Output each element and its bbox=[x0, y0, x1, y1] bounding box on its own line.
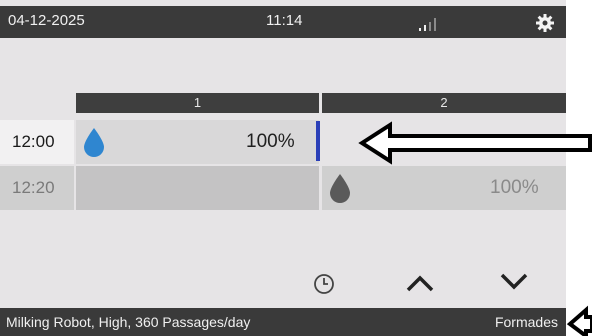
annotation-arrow-icon bbox=[358, 121, 592, 165]
annotation-arrow-icon bbox=[566, 305, 592, 336]
row-time: 12:00 bbox=[0, 120, 74, 164]
water-drop-icon bbox=[330, 174, 350, 203]
robot-info: Milking Robot, High, 360 Passages/day bbox=[6, 314, 251, 330]
gear-icon[interactable] bbox=[536, 14, 554, 32]
slot-1-percent: 100% bbox=[246, 131, 295, 152]
row-time: 12:20 bbox=[0, 166, 74, 210]
column-header-2: 2 bbox=[322, 93, 566, 113]
language-label[interactable]: Formades bbox=[495, 314, 558, 330]
device-screen: 04-12-2025 11:14 1 2 12:00 100% 12:20 10… bbox=[0, 0, 566, 336]
status-date: 04-12-2025 bbox=[8, 12, 85, 29]
clock-icon[interactable] bbox=[312, 272, 336, 296]
footer-bar: Milking Robot, High, 360 Passages/day Fo… bbox=[0, 308, 566, 336]
chevron-up-icon[interactable] bbox=[404, 272, 436, 294]
slot-1-cell[interactable] bbox=[76, 166, 319, 210]
column-header-1: 1 bbox=[76, 93, 319, 113]
slot-1-cell[interactable]: 100% bbox=[76, 120, 319, 164]
signal-strength-icon bbox=[419, 18, 436, 31]
schedule-row[interactable]: 12:20 100% bbox=[0, 166, 566, 210]
slot-2-percent: 100% bbox=[490, 177, 539, 198]
status-time: 11:14 bbox=[266, 12, 303, 29]
slot-2-cell[interactable]: 100% bbox=[322, 166, 566, 210]
water-drop-icon bbox=[84, 128, 104, 157]
status-bar: 04-12-2025 11:14 bbox=[0, 6, 566, 38]
chevron-down-icon[interactable] bbox=[498, 270, 530, 292]
selection-cursor bbox=[316, 121, 320, 161]
